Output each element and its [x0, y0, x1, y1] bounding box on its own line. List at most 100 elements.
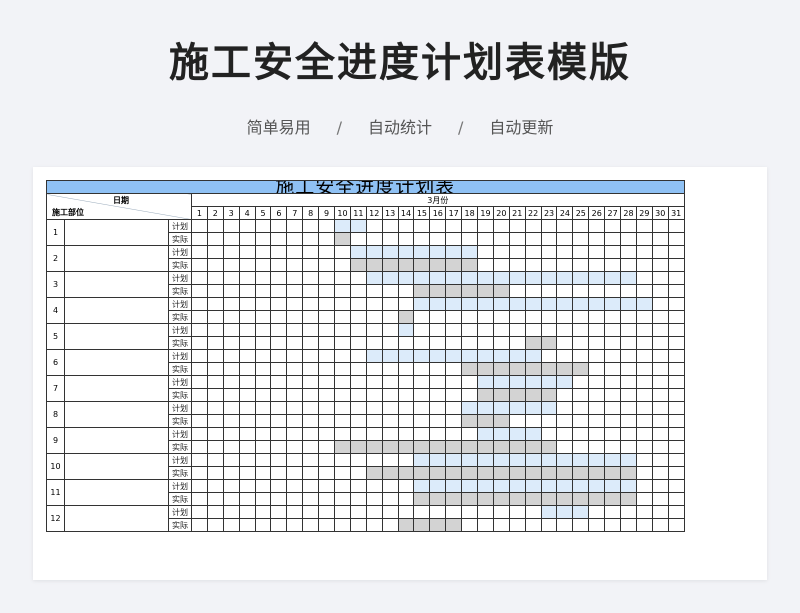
day-cell[interactable] — [318, 258, 336, 272]
plan-bar-cell[interactable] — [556, 297, 574, 311]
day-cell[interactable] — [635, 375, 653, 389]
day-cell[interactable] — [413, 310, 431, 324]
day-cell[interactable] — [429, 375, 447, 389]
day-cell[interactable] — [651, 414, 669, 428]
day-cell[interactable] — [651, 492, 669, 506]
day-cell[interactable] — [365, 505, 383, 519]
day-cell[interactable] — [667, 349, 685, 363]
day-cell[interactable] — [508, 310, 526, 324]
plan-bar-cell[interactable] — [413, 479, 431, 493]
day-cell[interactable] — [508, 258, 526, 272]
day-cell[interactable] — [397, 284, 415, 298]
plan-bar-cell[interactable] — [540, 297, 558, 311]
day-cell[interactable] — [381, 479, 399, 493]
actual-bar-cell[interactable] — [588, 492, 606, 506]
plan-bar-cell[interactable] — [477, 375, 494, 389]
day-cell[interactable] — [206, 310, 224, 324]
day-cell[interactable] — [572, 414, 590, 428]
day-cell[interactable] — [540, 219, 558, 233]
day-cell[interactable] — [445, 362, 463, 376]
plan-bar-cell[interactable] — [556, 375, 574, 389]
day-cell[interactable] — [191, 258, 208, 272]
day-cell[interactable] — [667, 388, 685, 402]
day-cell[interactable] — [254, 401, 272, 415]
day-cell[interactable] — [651, 232, 669, 246]
day-cell[interactable] — [620, 349, 637, 363]
day-cell[interactable] — [413, 362, 431, 376]
day-cell[interactable] — [667, 440, 685, 454]
day-cell[interactable] — [302, 518, 320, 532]
plan-bar-cell[interactable] — [556, 271, 574, 285]
day-cell[interactable] — [667, 245, 685, 259]
day-cell[interactable] — [651, 297, 669, 311]
day-cell[interactable] — [302, 492, 320, 506]
day-cell[interactable] — [254, 388, 272, 402]
day-cell[interactable] — [365, 427, 383, 441]
day-cell[interactable] — [381, 362, 399, 376]
day-cell[interactable] — [222, 466, 240, 480]
day-cell[interactable] — [238, 388, 256, 402]
plan-bar-cell[interactable] — [365, 271, 383, 285]
day-cell[interactable] — [667, 232, 685, 246]
day-cell[interactable] — [524, 232, 542, 246]
day-cell[interactable] — [206, 427, 224, 441]
plan-bar-cell[interactable] — [413, 271, 431, 285]
day-cell[interactable] — [381, 297, 399, 311]
day-cell[interactable] — [191, 414, 208, 428]
day-cell[interactable] — [286, 388, 304, 402]
day-cell[interactable] — [206, 284, 224, 298]
day-cell[interactable] — [318, 401, 336, 415]
day-cell[interactable] — [206, 492, 224, 506]
day-cell[interactable] — [620, 219, 637, 233]
day-cell[interactable] — [604, 362, 622, 376]
day-cell[interactable] — [572, 375, 590, 389]
actual-bar-cell[interactable] — [413, 440, 431, 454]
section-cell[interactable] — [64, 401, 169, 428]
day-cell[interactable] — [604, 336, 622, 350]
day-cell[interactable] — [381, 518, 399, 532]
actual-bar-cell[interactable] — [492, 414, 510, 428]
day-cell[interactable] — [667, 297, 685, 311]
day-cell[interactable] — [604, 245, 622, 259]
day-cell[interactable] — [349, 323, 367, 337]
plan-bar-cell[interactable] — [556, 505, 574, 519]
plan-bar-cell[interactable] — [397, 323, 415, 337]
day-cell[interactable] — [334, 245, 351, 259]
section-cell[interactable] — [64, 427, 169, 454]
day-cell[interactable] — [222, 349, 240, 363]
day-cell[interactable] — [365, 336, 383, 350]
day-cell[interactable] — [206, 271, 224, 285]
day-cell[interactable] — [635, 466, 653, 480]
day-cell[interactable] — [349, 505, 367, 519]
plan-bar-cell[interactable] — [572, 271, 590, 285]
plan-bar-cell[interactable] — [620, 479, 637, 493]
plan-bar-cell[interactable] — [429, 479, 447, 493]
day-cell[interactable] — [556, 401, 574, 415]
day-cell[interactable] — [572, 336, 590, 350]
day-cell[interactable] — [635, 232, 653, 246]
day-cell[interactable] — [635, 349, 653, 363]
day-cell[interactable] — [191, 232, 208, 246]
day-cell[interactable] — [635, 284, 653, 298]
day-cell[interactable] — [540, 349, 558, 363]
plan-bar-cell[interactable] — [604, 297, 622, 311]
day-cell[interactable] — [238, 336, 256, 350]
day-cell[interactable] — [413, 427, 431, 441]
day-cell[interactable] — [667, 362, 685, 376]
day-cell[interactable] — [254, 414, 272, 428]
day-cell[interactable] — [604, 505, 622, 519]
plan-bar-cell[interactable] — [556, 479, 574, 493]
plan-bar-cell[interactable] — [572, 453, 590, 467]
day-cell[interactable] — [270, 219, 288, 233]
day-cell[interactable] — [191, 245, 208, 259]
plan-bar-cell[interactable] — [620, 271, 637, 285]
plan-bar-cell[interactable] — [508, 297, 526, 311]
day-cell[interactable] — [604, 440, 622, 454]
day-cell[interactable] — [524, 258, 542, 272]
day-cell[interactable] — [492, 505, 510, 519]
day-cell[interactable] — [349, 466, 367, 480]
actual-bar-cell[interactable] — [492, 388, 510, 402]
day-cell[interactable] — [191, 505, 208, 519]
day-cell[interactable] — [222, 362, 240, 376]
plan-bar-cell[interactable] — [461, 297, 479, 311]
